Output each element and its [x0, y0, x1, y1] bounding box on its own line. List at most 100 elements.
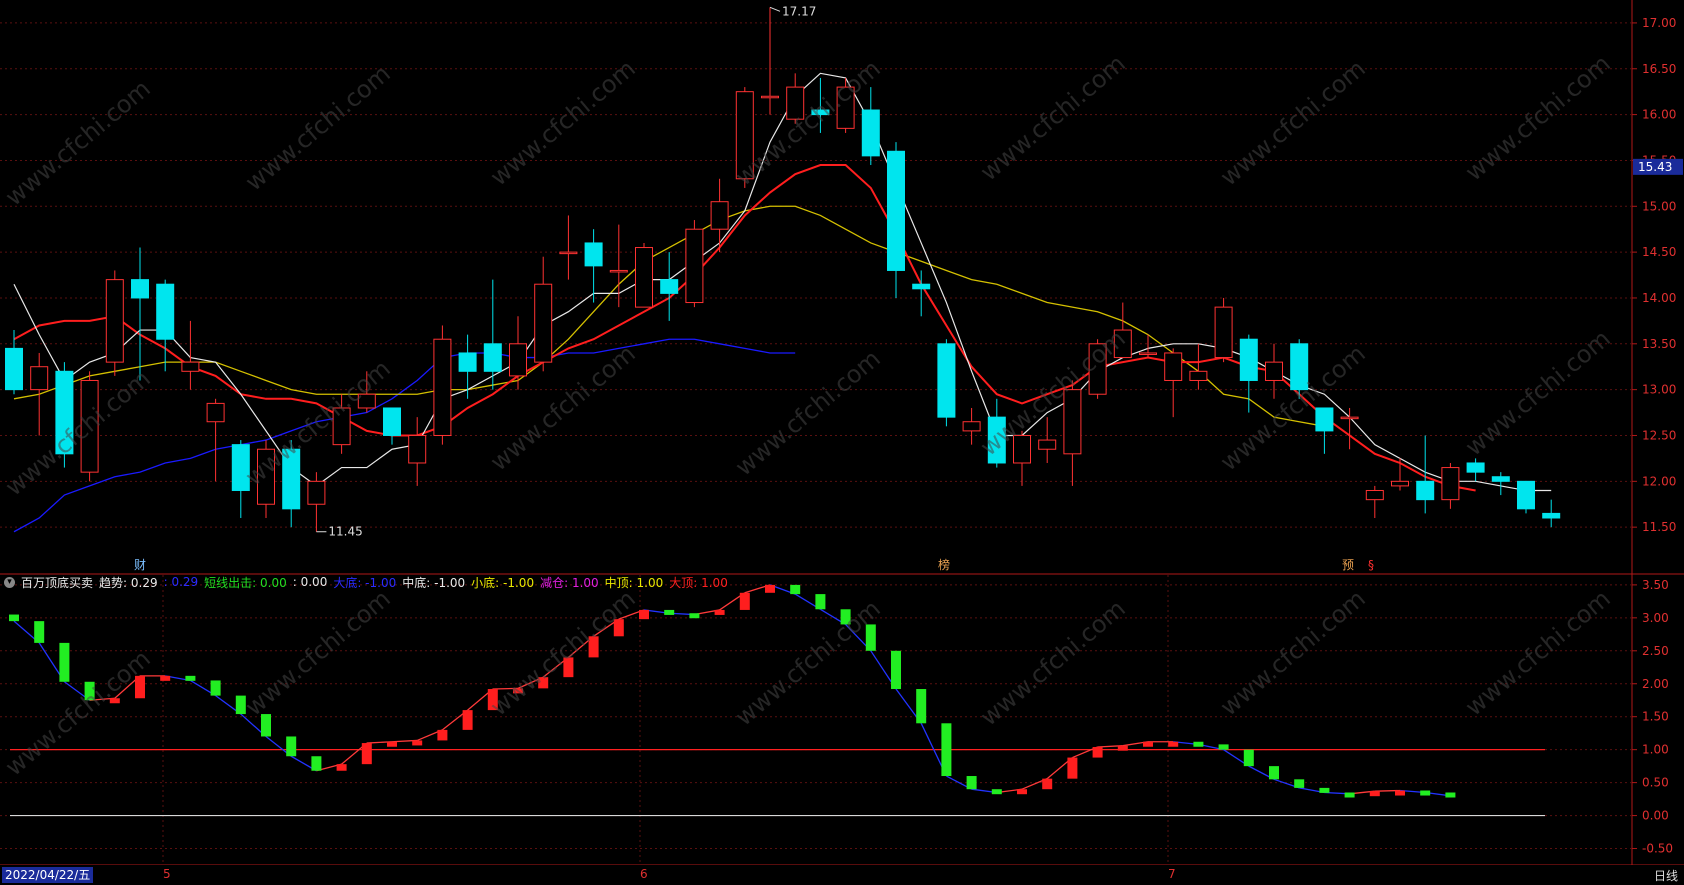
- candle-body: [231, 444, 250, 491]
- legend-item-trend: 趋势: 0.29: [99, 575, 158, 590]
- candle-body: [861, 109, 880, 157]
- candle-body: [1491, 476, 1510, 482]
- indicator-bar: [1067, 757, 1078, 779]
- candle-body: [5, 347, 23, 391]
- legend-item-short-attack-alt: : 0.00: [292, 575, 328, 589]
- price-tick-label: 12.00: [1642, 474, 1676, 488]
- indicator-bar: [34, 621, 45, 643]
- current-date[interactable]: 2022/04/22/五: [2, 867, 94, 883]
- legend-item-trend-alt: : 0.29: [163, 575, 199, 589]
- price-tick-label: 13.50: [1642, 337, 1676, 351]
- indicator-bar: [966, 776, 977, 790]
- candle-body: [1139, 352, 1157, 355]
- candle-body: [181, 361, 200, 372]
- indicator-bar: [412, 740, 423, 746]
- indicator-bar: [941, 723, 952, 777]
- legend-item-mid-bottom: 中底: -1.00: [402, 575, 466, 590]
- period-label[interactable]: 日线: [1654, 867, 1678, 884]
- price-tick-label: 12.50: [1642, 428, 1676, 442]
- indicator-bar: [689, 613, 700, 619]
- indicator-tick-label: 2.00: [1642, 677, 1669, 691]
- indicator-bar: [1193, 741, 1204, 747]
- candle-body: [1013, 434, 1031, 464]
- indicator-bar: [1042, 778, 1053, 790]
- candle-body: [1542, 512, 1561, 519]
- high-price-label: 17.17: [782, 4, 816, 18]
- candle-body: [1189, 370, 1208, 381]
- candle-body: [55, 370, 74, 455]
- candle-body: [912, 283, 931, 290]
- price-tick-label: 14.00: [1642, 291, 1676, 305]
- indicator-bar: [1319, 787, 1330, 793]
- candle-body: [357, 393, 376, 409]
- indicator-bar: [1344, 792, 1355, 798]
- legend-item-mid-top: 中顶: 1.00: [604, 575, 664, 590]
- indicator-tick-label: 1.00: [1642, 743, 1669, 757]
- indicator-bar: [1218, 744, 1229, 750]
- candle-body: [609, 269, 628, 273]
- candle-body: [1290, 343, 1309, 391]
- indicator-bar: [387, 741, 397, 747]
- indicator-bar: [588, 636, 599, 658]
- legend-item-small-bottom: 小底: -1.00: [471, 575, 535, 590]
- legend-item-big-top: 大顶: 1.00: [669, 575, 728, 590]
- time-axis-bar: 2022/04/22/五 5 6 7 日线: [0, 865, 1684, 885]
- indicator-bar: [765, 584, 775, 593]
- indicator-bar: [563, 657, 574, 678]
- candle-body: [1164, 352, 1183, 381]
- candle-body: [105, 279, 124, 363]
- month-label-jul: 7: [1168, 867, 1176, 881]
- indicator-bar: [1143, 741, 1153, 747]
- price-tick-label: 11.50: [1642, 520, 1676, 534]
- legend-item-short-attack: 短线出击: 0.00: [204, 575, 287, 590]
- candle-body: [1113, 329, 1132, 359]
- candle-body: [836, 86, 855, 129]
- indicator-bar: [714, 609, 725, 615]
- candle-body: [685, 228, 704, 304]
- candle-body: [735, 91, 754, 180]
- event-marker: 预: [1342, 558, 1354, 572]
- candle-body: [1239, 338, 1258, 381]
- candle-body: [1038, 439, 1057, 450]
- indicator-bar: [286, 736, 297, 757]
- price-tick-label: 16.00: [1642, 108, 1676, 122]
- candle-body: [408, 434, 427, 464]
- event-marker: §: [1368, 558, 1374, 572]
- candle-body: [458, 352, 477, 372]
- candle-body: [1315, 407, 1334, 432]
- candle-body: [131, 279, 149, 299]
- month-label-jun: 6: [640, 867, 648, 881]
- indicator-bar: [1017, 789, 1027, 795]
- indicator-tick-label: 0.50: [1642, 776, 1669, 790]
- indicator-settings-icon[interactable]: ▾: [4, 576, 15, 588]
- candle-body: [1517, 480, 1535, 510]
- candle-body: [1365, 489, 1384, 501]
- price-tick-label: 13.00: [1642, 383, 1676, 397]
- candle-body: [584, 242, 603, 267]
- event-marker: 财: [134, 558, 146, 572]
- indicator-tick-label: -0.50: [1642, 842, 1673, 856]
- candle-body: [383, 407, 401, 436]
- indicator-bar: [991, 789, 1002, 795]
- candle-body: [559, 251, 578, 255]
- indicator-tick-label: 1.50: [1642, 710, 1669, 724]
- candle-body: [887, 150, 905, 271]
- indicator-bar: [1294, 779, 1305, 788]
- candle-body: [761, 95, 779, 99]
- indicator-bar: [84, 681, 95, 701]
- indicator-name[interactable]: 百万顶底买卖: [21, 574, 93, 591]
- indicator-bar: [1243, 749, 1254, 767]
- indicator-tick-label: 3.50: [1642, 578, 1669, 592]
- indicator-bar: [462, 710, 473, 730]
- indicator-bar: [1092, 747, 1103, 758]
- candle-body: [257, 448, 275, 505]
- indicator-legend: ▾ 百万顶底买卖 趋势: 0.29 : 0.29 短线出击: 0.00 : 0.…: [4, 574, 734, 590]
- indicator-bar: [160, 675, 171, 681]
- legend-item-reduce: 减仓: 1.00: [540, 575, 599, 590]
- candle-body: [206, 402, 225, 423]
- candle-body: [937, 343, 956, 418]
- candle-body: [811, 109, 830, 116]
- indicator-bar: [261, 714, 271, 737]
- indicator-bar: [361, 743, 372, 765]
- candle-body: [30, 366, 49, 391]
